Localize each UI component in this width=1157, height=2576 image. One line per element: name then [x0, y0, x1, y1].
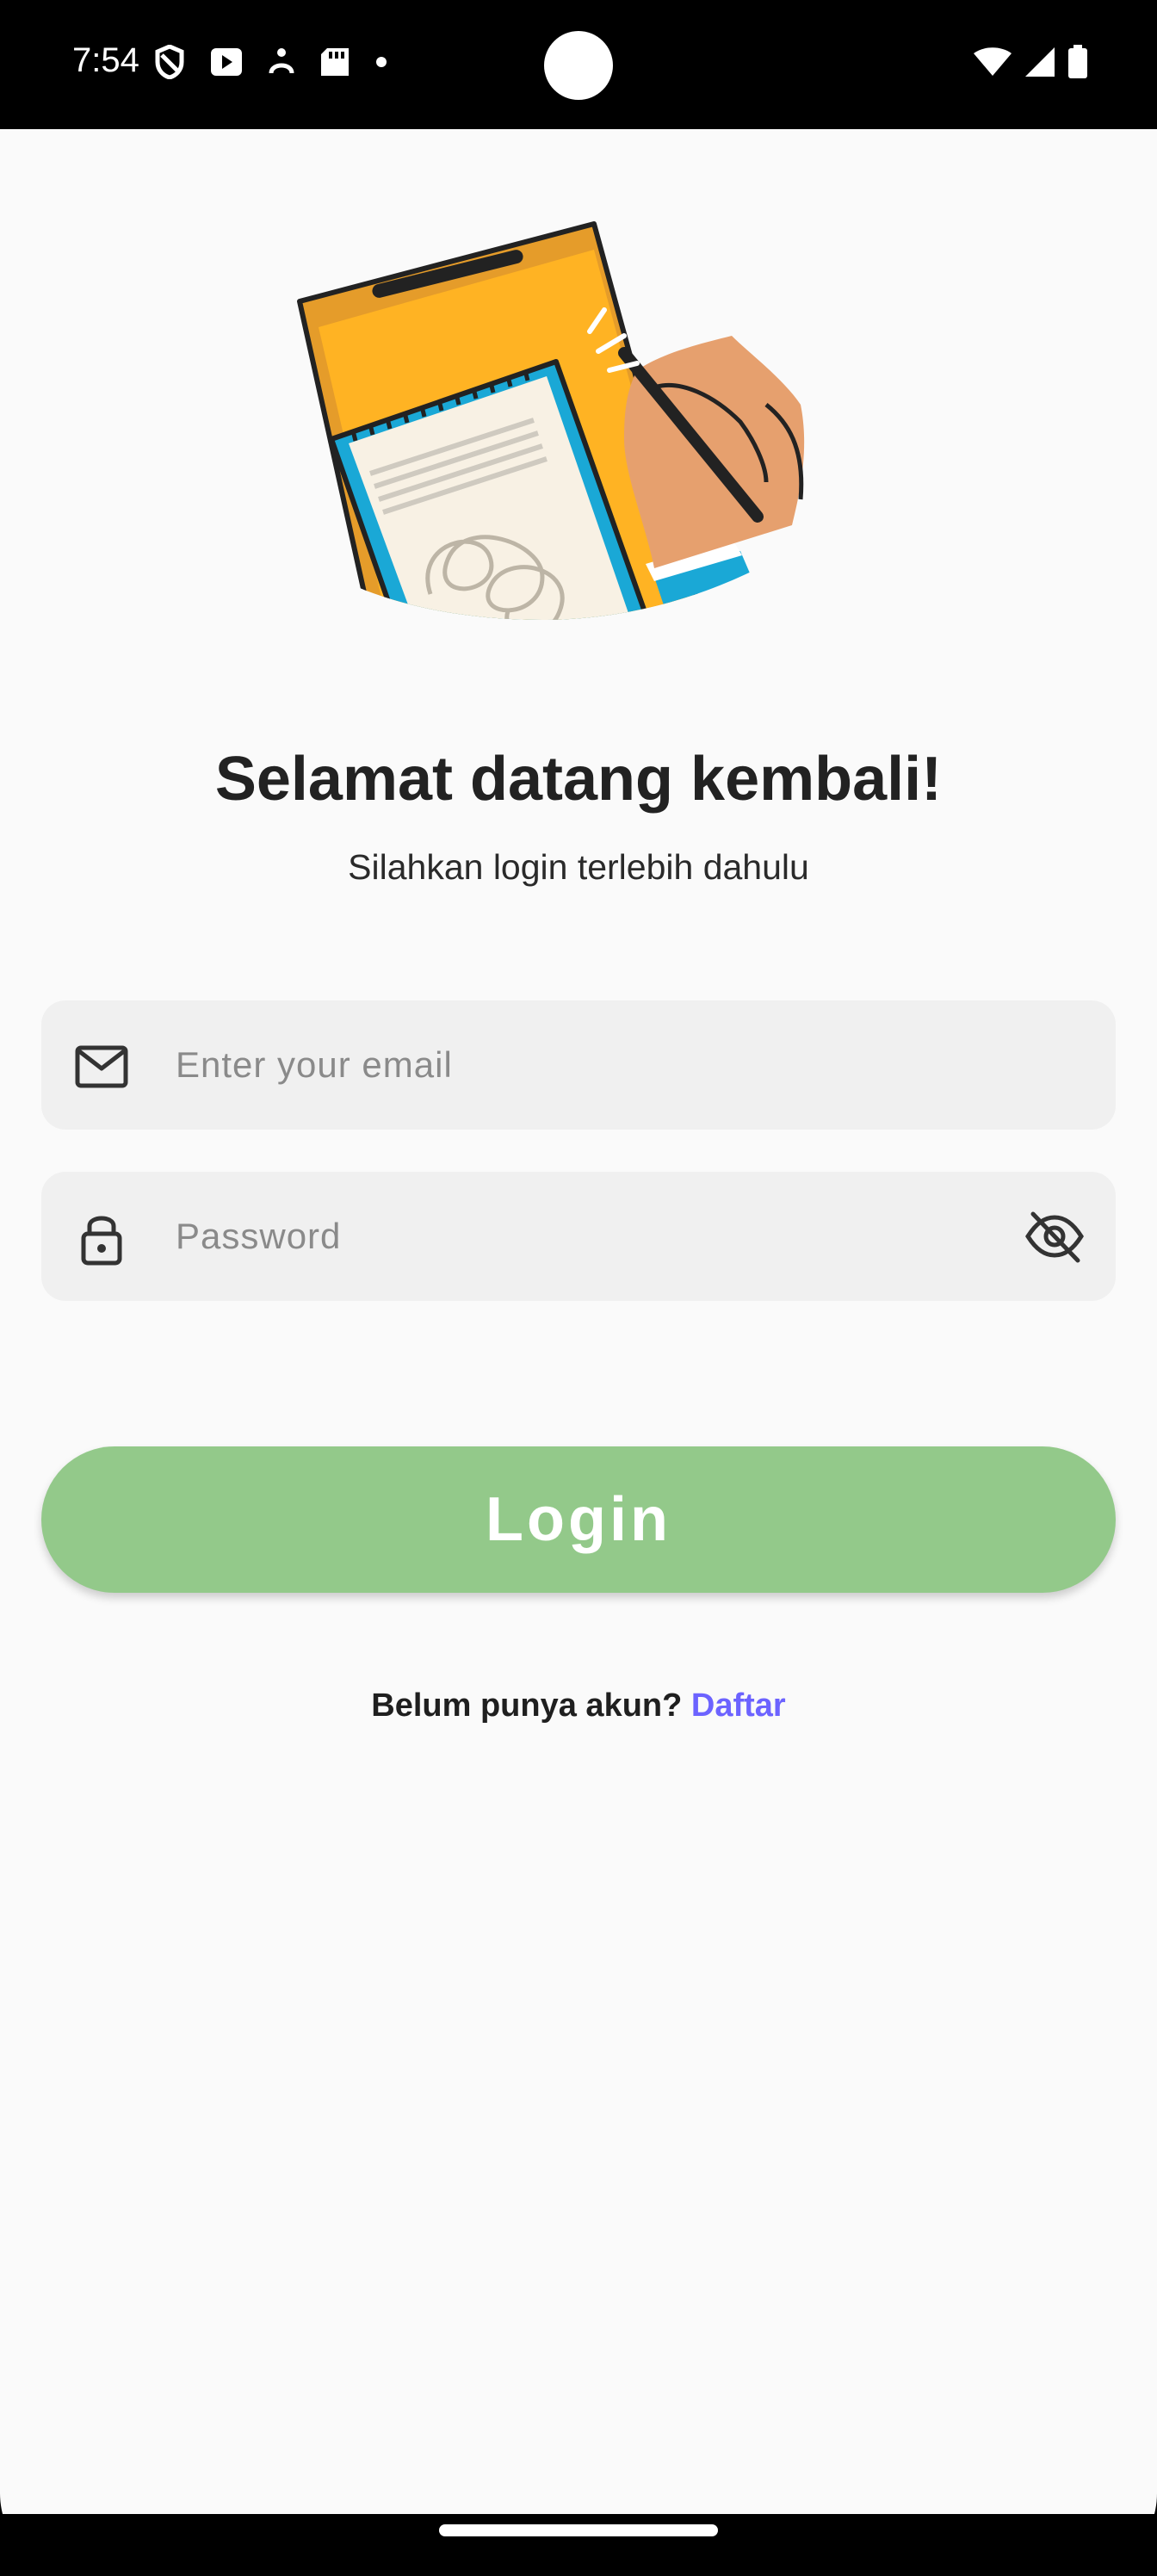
wifi-icon	[974, 47, 1012, 76]
battery-icon	[1068, 45, 1087, 78]
navigation-bar	[0, 2514, 1157, 2576]
mail-icon	[75, 1045, 128, 1088]
status-time: 7:54	[72, 41, 139, 79]
play-store-icon	[211, 48, 242, 76]
email-input[interactable]	[176, 1000, 1019, 1130]
phone-frame: 7:54 Selamat datang kembali! Silahkan lo…	[0, 0, 1157, 2576]
dot-icon	[376, 57, 387, 67]
shield-icon	[155, 45, 184, 79]
status-icons-right	[973, 45, 1088, 79]
email-field[interactable]	[41, 1000, 1116, 1130]
sd-card-icon	[321, 48, 349, 76]
password-input[interactable]	[176, 1172, 1019, 1301]
notebook-writing-illustration	[297, 221, 805, 620]
login-screen: Selamat datang kembali! Silahkan login t…	[0, 129, 1157, 2514]
signup-link[interactable]: Daftar	[691, 1687, 786, 1724]
cellular-signal-icon	[1025, 47, 1055, 77]
login-button[interactable]: Login	[41, 1446, 1116, 1593]
accessibility-icon	[269, 48, 294, 74]
home-gesture-handle[interactable]	[439, 2524, 718, 2536]
eye-off-icon[interactable]	[1024, 1209, 1085, 1264]
password-field[interactable]	[41, 1172, 1116, 1301]
status-icons-left	[155, 45, 387, 79]
signup-prompt: Belum punya akun?	[371, 1687, 683, 1724]
signup-row: Belum punya akun? Daftar	[0, 1687, 1157, 1725]
lock-icon	[81, 1216, 122, 1266]
page-subtitle: Silahkan login terlebih dahulu	[348, 847, 809, 887]
page-title: Selamat datang kembali!	[214, 745, 943, 814]
status-bar: 7:54	[0, 0, 1157, 129]
camera-cutout	[544, 31, 613, 100]
